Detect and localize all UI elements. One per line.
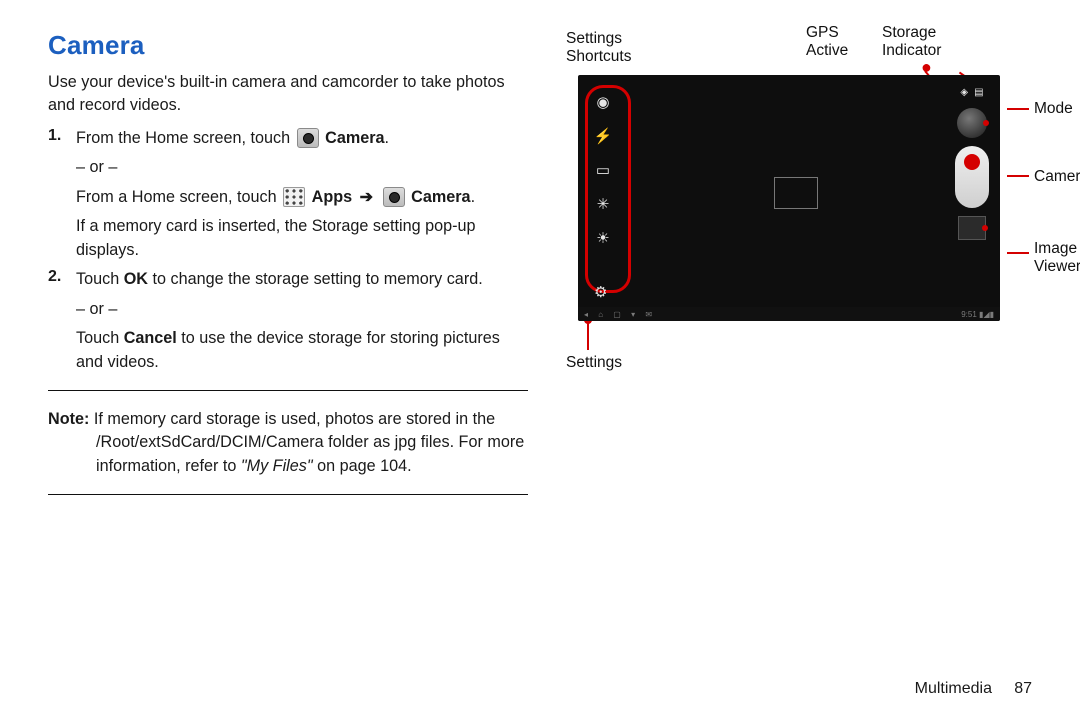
camera-screenshot: ◉ ⚡ ▭ ✳ ☀ ⚙ ◈▤ ◂ ⌂ ▢ ▾ ✉ 9:51 ▮◢▮ (578, 75, 1000, 321)
annotated-screenshot: Settings Shortcuts GPS Active Storage In… (556, 30, 1036, 350)
intro-paragraph: Use your device's built-in camera and ca… (48, 71, 528, 117)
step2-cancel: Cancel (124, 329, 177, 347)
or-divider: – or – (76, 298, 528, 321)
section-title: Camera (48, 30, 528, 61)
storage-icon: ▤ (974, 87, 983, 98)
callout-storage-indicator: Storage Indicator (882, 24, 962, 61)
gear-icon[interactable]: ⚙ (594, 283, 607, 301)
flash-icon[interactable]: ⚡ (592, 125, 614, 147)
nav-icons[interactable]: ◂ ⌂ ▢ ▾ ✉ (584, 310, 656, 319)
callout-camera: Camera (1034, 168, 1080, 186)
focus-rectangle (774, 177, 818, 209)
step2-line2a: Touch (76, 329, 124, 347)
step1-alt-prefix: From a Home screen, touch (76, 188, 281, 206)
step1-camera2: Camera (411, 188, 470, 206)
step1-apps: Apps (312, 188, 352, 206)
exposure-icon[interactable]: ☀ (592, 227, 614, 249)
shooting-mode-icon[interactable]: ▭ (592, 159, 614, 181)
callout-mode: Mode (1034, 100, 1073, 118)
or-divider: – or – (76, 156, 528, 179)
camera-icon (297, 128, 319, 148)
step1-camera: Camera (325, 129, 384, 147)
arrow-icon: ➔ (360, 188, 374, 206)
step-number-2: 2. (48, 268, 61, 286)
step1-memcard: If a memory card is inserted, the Storag… (76, 215, 528, 262)
step-number-1: 1. (48, 127, 61, 145)
gps-icon: ◈ (960, 87, 968, 98)
callout-settings: Settings (566, 354, 622, 372)
image-viewer-thumb[interactable] (958, 216, 986, 240)
record-dot-icon (964, 154, 980, 170)
step2-line1a: Touch (76, 270, 124, 288)
leader-camera (1007, 175, 1029, 177)
step2-ok: OK (124, 270, 148, 288)
divider (48, 494, 528, 495)
callout-gps-active: GPS Active (806, 24, 866, 61)
step2-line1b: to change the storage setting to memory … (148, 270, 483, 288)
steps-list: 1. From the Home screen, touch Camera. –… (48, 127, 528, 374)
callout-image-viewer: Image Viewer (1034, 240, 1080, 277)
status-time: 9:51 ▮◢▮ (961, 310, 994, 319)
shortcut-sidebar: ◉ ⚡ ▭ ✳ ☀ (592, 91, 620, 249)
note-paragraph: Note: If memory card storage is used, ph… (48, 408, 528, 478)
leader-image (1007, 252, 1029, 254)
leader-mode (1007, 108, 1029, 110)
effects-icon[interactable]: ✳ (592, 193, 614, 215)
apps-icon (283, 187, 305, 207)
status-icons: ◈▤ (960, 87, 983, 98)
page-footer: Multimedia 87 (915, 680, 1032, 698)
mode-dial[interactable] (957, 108, 987, 138)
camera-icon (383, 187, 405, 207)
callout-settings-shortcuts: Settings Shortcuts (566, 30, 646, 67)
self-portrait-icon[interactable]: ◉ (592, 91, 614, 113)
system-navbar: ◂ ⌂ ▢ ▾ ✉ 9:51 ▮◢▮ (578, 307, 1000, 321)
step1-prefix: From the Home screen, touch (76, 129, 295, 147)
leader-settings (587, 320, 589, 350)
divider (48, 390, 528, 391)
shutter-button[interactable] (955, 146, 989, 208)
